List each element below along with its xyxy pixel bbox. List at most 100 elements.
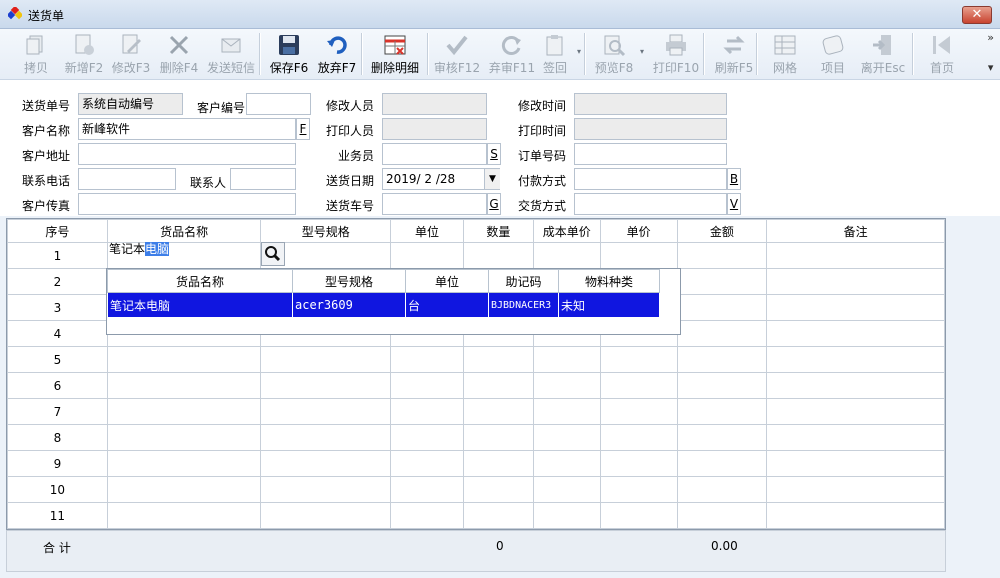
table-row[interactable]: 10 xyxy=(7,476,945,503)
popup-cell[interactable]: 未知 xyxy=(558,292,660,318)
toolbar-button-new-doc[interactable]: 新增F2 xyxy=(60,31,108,77)
table-row[interactable]: 11 xyxy=(7,502,945,529)
grid-cell[interactable] xyxy=(766,476,945,503)
customer-lookup-button[interactable]: F xyxy=(296,118,310,140)
grid-cell[interactable] xyxy=(106,398,262,425)
grid-cell[interactable] xyxy=(532,424,601,451)
payment-lookup-button[interactable]: B xyxy=(727,168,741,190)
grid-cell[interactable] xyxy=(599,398,678,425)
salesman-field[interactable] xyxy=(382,143,487,165)
grid-column-header[interactable]: 型号规格 xyxy=(260,219,392,243)
payment-field[interactable] xyxy=(574,168,727,190)
grid-cell[interactable] xyxy=(766,450,945,477)
toolbar-button-save[interactable]: 保存F6 xyxy=(265,31,313,77)
grid-cell[interactable] xyxy=(106,372,262,399)
grid-cell[interactable] xyxy=(766,294,945,321)
toolbar-button-first-page[interactable]: 首页 xyxy=(920,31,964,77)
grid-cell[interactable] xyxy=(676,242,768,269)
grid-column-header[interactable]: 成本单价 xyxy=(532,219,601,243)
grid-cell[interactable] xyxy=(260,502,392,529)
grid-cell[interactable] xyxy=(766,242,945,269)
grid-cell[interactable] xyxy=(599,242,678,269)
grid-cell[interactable] xyxy=(260,372,392,399)
customer-code-field[interactable] xyxy=(246,93,311,115)
grid-cell[interactable] xyxy=(260,346,392,373)
grid-cell[interactable] xyxy=(676,502,768,529)
grid-cell[interactable] xyxy=(766,502,945,529)
grid-cell[interactable] xyxy=(106,346,262,373)
product-option-row[interactable]: 笔记本电脑 acer3609 台 BJBDNACER3 未知 xyxy=(107,292,660,318)
toolbar-button-preview[interactable]: 预览F8 xyxy=(588,31,640,77)
grid-cell[interactable] xyxy=(106,502,262,529)
grid-cell[interactable] xyxy=(599,424,678,451)
grid-cell[interactable] xyxy=(599,502,678,529)
grid-cell[interactable] xyxy=(260,450,392,477)
toolbar-button-refresh[interactable]: 弃审F11 xyxy=(486,31,538,77)
delivery-method-lookup-button[interactable]: V xyxy=(727,193,741,215)
delivery-date-field[interactable]: 2019/ 2 /28 xyxy=(382,168,500,190)
search-button[interactable] xyxy=(261,242,285,266)
toolbar-button-sms[interactable]: 发送短信 xyxy=(203,31,259,77)
grid-cell[interactable] xyxy=(532,346,601,373)
grid-cell[interactable] xyxy=(676,372,768,399)
grid-cell[interactable] xyxy=(676,424,768,451)
toolbar-button-printer[interactable]: 打印F10 xyxy=(650,31,702,77)
toolbar-button-clipboard[interactable]: 签回 xyxy=(538,31,572,77)
grid-cell[interactable] xyxy=(462,372,534,399)
salesman-lookup-button[interactable]: S xyxy=(487,143,501,165)
toolbar-overflow-icon[interactable]: » xyxy=(987,31,994,45)
grid-column-header[interactable]: 金额 xyxy=(676,219,768,243)
close-button[interactable]: ✕ xyxy=(962,6,992,24)
grid-cell[interactable] xyxy=(390,502,464,529)
grid-cell[interactable] xyxy=(766,424,945,451)
grid-cell[interactable] xyxy=(766,346,945,373)
grid-cell[interactable] xyxy=(532,372,601,399)
grid-cell[interactable] xyxy=(462,346,534,373)
grid-cell[interactable] xyxy=(390,372,464,399)
grid-cell[interactable] xyxy=(462,476,534,503)
editing-cell[interactable]: 笔记本电脑 xyxy=(107,241,261,266)
grid-cell[interactable] xyxy=(462,424,534,451)
grid-cell[interactable] xyxy=(390,476,464,503)
popup-cell[interactable]: BJBDNACER3 xyxy=(488,292,559,318)
grid-cell[interactable] xyxy=(390,346,464,373)
table-row[interactable]: 5 xyxy=(7,346,945,373)
phone-field[interactable] xyxy=(78,168,176,190)
popup-cell[interactable]: 台 xyxy=(405,292,489,318)
grid-cell[interactable] xyxy=(106,424,262,451)
toolbar-button-copy[interactable]: 拷贝 xyxy=(12,31,60,77)
delivery-method-field[interactable] xyxy=(574,193,727,215)
grid-cell[interactable] xyxy=(599,476,678,503)
toolbar-button-grid[interactable]: 网格 xyxy=(764,31,806,77)
grid-cell[interactable] xyxy=(766,268,945,295)
grid-cell[interactable] xyxy=(676,294,768,321)
grid-cell[interactable] xyxy=(766,398,945,425)
grid-cell[interactable] xyxy=(676,268,768,295)
grid-cell[interactable] xyxy=(260,424,392,451)
grid-cell[interactable] xyxy=(599,450,678,477)
grid-column-header[interactable]: 备注 xyxy=(766,219,945,243)
grid-cell[interactable] xyxy=(462,502,534,529)
grid-column-header[interactable]: 单价 xyxy=(599,219,678,243)
grid-cell[interactable] xyxy=(676,476,768,503)
grid-cell[interactable] xyxy=(532,476,601,503)
grid-cell[interactable] xyxy=(676,450,768,477)
popup-cell[interactable]: acer3609 xyxy=(292,292,406,318)
toolbar-button-edit[interactable]: 修改F3 xyxy=(107,31,155,77)
grid-cell[interactable] xyxy=(676,398,768,425)
grid-column-header[interactable]: 序号 xyxy=(7,219,108,243)
contact-field[interactable] xyxy=(230,168,296,190)
grid-cell[interactable] xyxy=(532,450,601,477)
split-dropdown-icon[interactable]: ▾ xyxy=(640,47,644,56)
customer-name-field[interactable]: 新峰软件 xyxy=(78,118,296,140)
grid-column-header[interactable]: 数量 xyxy=(462,219,534,243)
grid-cell[interactable] xyxy=(766,372,945,399)
vehicle-field[interactable] xyxy=(382,193,487,215)
grid-cell[interactable] xyxy=(462,242,534,269)
grid-column-header[interactable]: 货品名称 xyxy=(106,219,262,243)
split-dropdown-icon[interactable]: ▾ xyxy=(577,47,581,56)
grid-cell[interactable] xyxy=(599,372,678,399)
grid-cell[interactable] xyxy=(462,398,534,425)
grid-cell[interactable] xyxy=(599,346,678,373)
toolbar-button-project[interactable]: 项目 xyxy=(812,31,854,77)
